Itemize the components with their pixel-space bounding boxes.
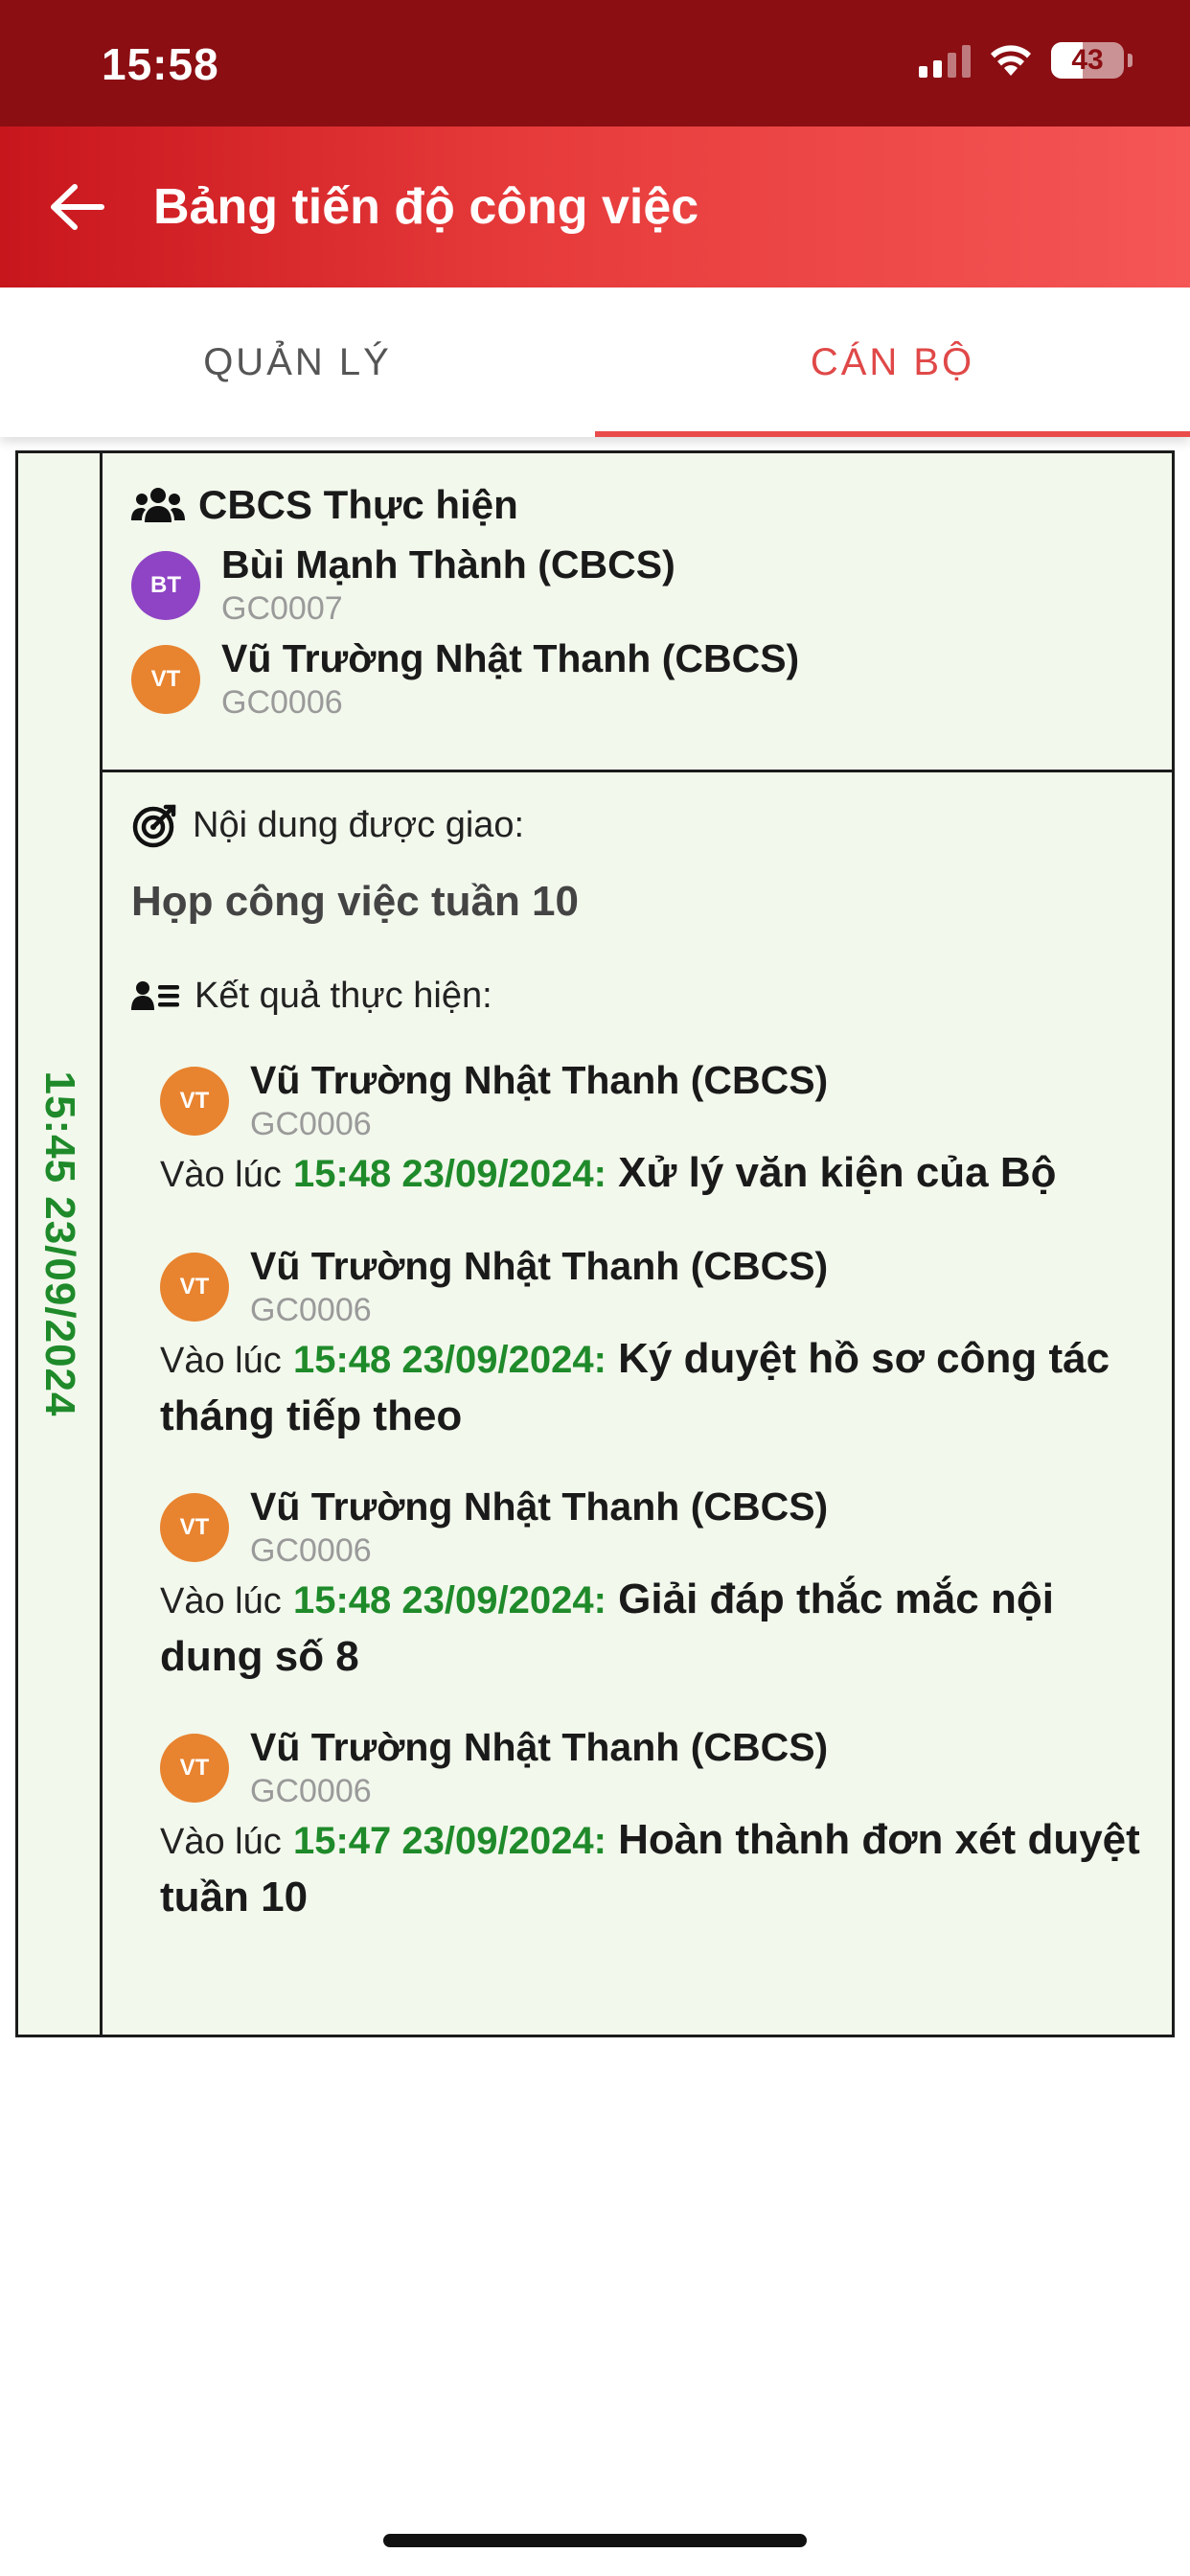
result-person: VT Vũ Trường Nhật Thanh (CBCS) GC0006: [160, 1722, 1143, 1810]
assignee-code: GC0007: [221, 590, 343, 627]
assignee-name: Bùi Mạnh Thành (CBCS): [221, 542, 675, 586]
result-prefix: Vào lúc: [160, 1155, 282, 1195]
result-person-code: GC0006: [250, 1773, 372, 1809]
battery-tip: [1128, 54, 1133, 67]
result-person-name: Vũ Trường Nhật Thanh (CBCS): [250, 1244, 829, 1288]
home-indicator[interactable]: [383, 2534, 807, 2547]
result-time: 15:48 23/09/2024:: [292, 1579, 606, 1622]
result-item[interactable]: VT Vũ Trường Nhật Thanh (CBCS) GC0006 Và…: [131, 1055, 1143, 1203]
assignees-heading-label: CBCS Thực hiện: [198, 482, 518, 527]
app-bar: Bảng tiến độ công việc: [0, 126, 1190, 288]
result-person-name: Vũ Trường Nhật Thanh (CBCS): [250, 1725, 829, 1769]
result-text: Vào lúc 15:48 23/09/2024: Xử lý văn kiện…: [160, 1145, 1143, 1203]
result-person-code: GC0006: [250, 1292, 372, 1328]
assignees-heading: CBCS Thực hiện: [131, 482, 1143, 528]
assigned-label-row: Nội dung được giao:: [131, 801, 1143, 849]
tab-quan-ly[interactable]: QUẢN LÝ: [0, 288, 595, 437]
result-text: Vào lúc 15:48 23/09/2024: Ký duyệt hồ sơ…: [160, 1331, 1143, 1443]
avatar: VT: [160, 1493, 229, 1562]
back-button[interactable]: [0, 126, 153, 288]
result-text: Vào lúc 15:48 23/09/2024: Giải đáp thắc …: [160, 1572, 1143, 1684]
status-bar: 15:58 43: [0, 0, 1190, 126]
progress-card: 15:45 23/09/2024 CBCS Thực hiện BT Bùi M…: [15, 450, 1175, 2037]
result-item[interactable]: VT Vũ Trường Nhật Thanh (CBCS) GC0006 Và…: [131, 1241, 1143, 1443]
avatar: VT: [160, 1067, 229, 1136]
result-item[interactable]: VT Vũ Trường Nhật Thanh (CBCS) GC0006 Và…: [131, 1722, 1143, 1924]
content-section: Nội dung được giao: Họp công việc tuần 1…: [103, 772, 1172, 1924]
result-time: 15:47 23/09/2024:: [292, 1820, 606, 1862]
results-label: Kết quả thực hiện:: [195, 976, 492, 1016]
tab-bar: QUẢN LÝ CÁN BỘ: [0, 288, 1190, 437]
result-text: Vào lúc 15:47 23/09/2024: Hoàn thành đơn…: [160, 1812, 1143, 1924]
assigned-content: Họp công việc tuần 10: [131, 878, 579, 925]
cellular-signal-icon: [919, 43, 971, 78]
assignees-section: CBCS Thực hiện BT Bùi Mạnh Thành (CBCS) …: [103, 453, 1172, 772]
assignee-item[interactable]: VT Vũ Trường Nhật Thanh (CBCS) GC0006: [131, 633, 1143, 722]
result-person-code: GC0006: [250, 1106, 372, 1142]
users-icon: [131, 488, 185, 522]
assignee-name: Vũ Trường Nhật Thanh (CBCS): [221, 636, 800, 680]
card-content: CBCS Thực hiện BT Bùi Mạnh Thành (CBCS) …: [103, 453, 1172, 2035]
avatar: VT: [131, 645, 200, 714]
assigned-label: Nội dung được giao:: [193, 804, 525, 845]
result-person: VT Vũ Trường Nhật Thanh (CBCS) GC0006: [160, 1241, 1143, 1329]
arrow-left-icon: [51, 184, 104, 230]
task-date: 15:45 23/09/2024: [35, 1070, 83, 1417]
wifi-icon: [991, 45, 1031, 76]
assignee-code: GC0006: [221, 684, 343, 721]
user-list-icon: [131, 980, 179, 1010]
battery-icon: 43: [1051, 42, 1124, 79]
result-time: 15:48 23/09/2024:: [292, 1153, 606, 1195]
result-person: VT Vũ Trường Nhật Thanh (CBCS) GC0006: [160, 1055, 1143, 1143]
page-title: Bảng tiến độ công việc: [153, 179, 699, 235]
result-prefix: Vào lúc: [160, 1822, 282, 1862]
avatar: VT: [160, 1253, 229, 1322]
result-person-name: Vũ Trường Nhật Thanh (CBCS): [250, 1484, 829, 1529]
tab-can-bo[interactable]: CÁN BỘ: [595, 288, 1190, 437]
status-icons: 43: [919, 42, 1133, 79]
result-person-code: GC0006: [250, 1532, 372, 1569]
results-label-row: Kết quả thực hiện:: [131, 976, 1143, 1017]
result-prefix: Vào lúc: [160, 1581, 282, 1622]
status-time: 15:58: [102, 39, 219, 89]
avatar: BT: [131, 551, 200, 620]
assignee-item[interactable]: BT Bùi Mạnh Thành (CBCS) GC0007: [131, 540, 1143, 628]
result-person: VT Vũ Trường Nhật Thanh (CBCS) GC0006: [160, 1482, 1143, 1570]
battery-level: 43: [1071, 44, 1104, 76]
target-icon: [132, 804, 176, 848]
date-column: 15:45 23/09/2024: [18, 453, 103, 2035]
avatar: VT: [160, 1734, 229, 1803]
result-description: Xử lý văn kiện của Bộ: [618, 1149, 1057, 1196]
result-item[interactable]: VT Vũ Trường Nhật Thanh (CBCS) GC0006 Và…: [131, 1482, 1143, 1684]
result-person-name: Vũ Trường Nhật Thanh (CBCS): [250, 1058, 829, 1102]
result-prefix: Vào lúc: [160, 1341, 282, 1381]
result-time: 15:48 23/09/2024:: [292, 1339, 606, 1381]
